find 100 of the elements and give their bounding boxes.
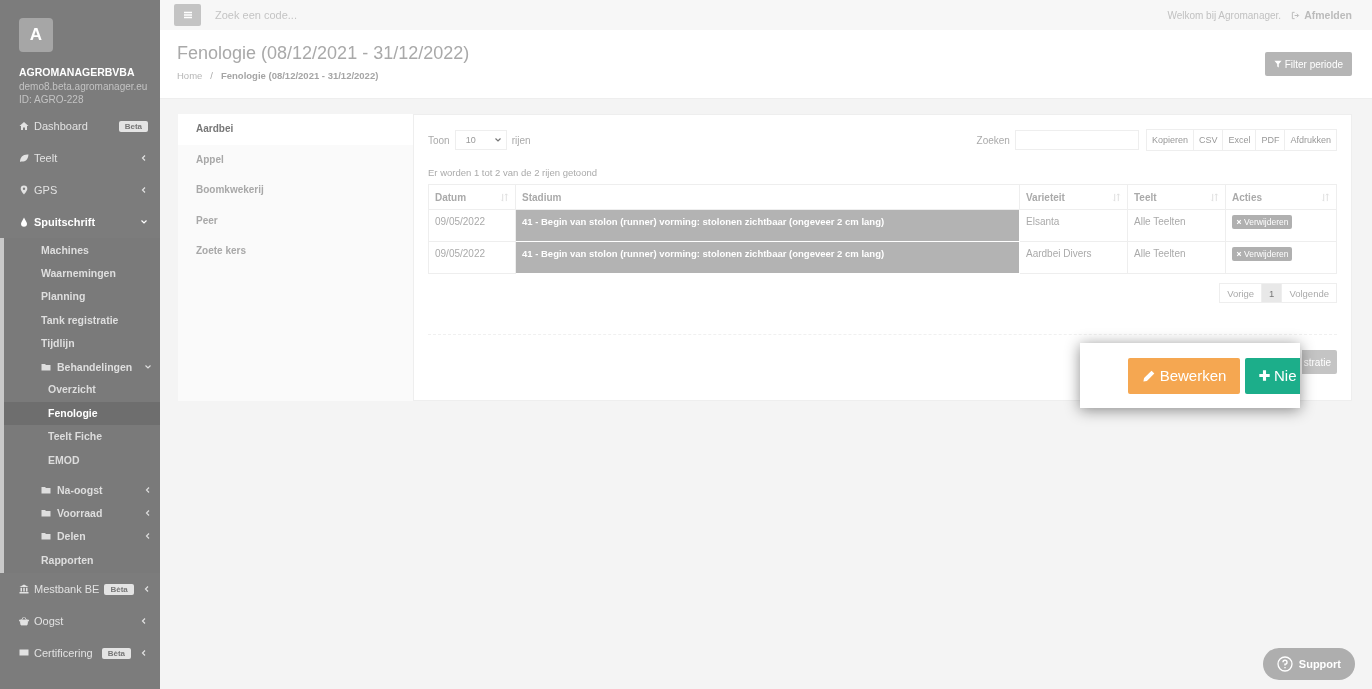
sort-icon[interactable] bbox=[500, 192, 509, 202]
pagination-button[interactable]: Volgende bbox=[1281, 283, 1337, 303]
crop-tab[interactable]: Aardbei bbox=[178, 114, 413, 145]
sidebar-subitem[interactable]: Overzicht bbox=[4, 378, 160, 402]
beta-badge: Beta bbox=[118, 120, 148, 132]
folder-icon bbox=[41, 361, 51, 372]
chevron-left-icon bbox=[140, 154, 148, 162]
sidebar-subitem[interactable]: Tank registratie bbox=[4, 308, 160, 332]
crop-tab[interactable]: Peer bbox=[178, 205, 413, 236]
map-pin-icon bbox=[19, 185, 29, 195]
sidebar-subitem[interactable]: Teelt Fiche bbox=[4, 425, 160, 449]
sign-out-icon bbox=[1291, 10, 1301, 20]
sidebar-item[interactable]: Mestbank BE Bèta bbox=[0, 573, 160, 606]
sidebar-item[interactable]: GPS bbox=[0, 174, 160, 206]
beta-badge: Bèta bbox=[101, 647, 131, 659]
sidebar-subitem[interactable]: Behandelingen bbox=[4, 354, 160, 379]
page-size-select[interactable]: 10 bbox=[454, 130, 507, 150]
stage-cell: 41 - Begin van stolon (runner) vorming: stolonen zichtbaar (ongeveer 2 cm lang) bbox=[515, 209, 1020, 242]
pagination-button[interactable]: 1 bbox=[1261, 283, 1283, 303]
menu-button[interactable] bbox=[174, 4, 201, 26]
sidebar-subitem[interactable]: EMOD bbox=[4, 448, 160, 472]
sidebar-subitem[interactable]: Tijdlijn bbox=[4, 331, 160, 355]
sidebar-item-label: Teelt bbox=[34, 152, 58, 164]
filter-icon bbox=[1273, 60, 1282, 68]
beta-badge: Bèta bbox=[104, 583, 134, 595]
sidebar-subitem-label: Planning bbox=[41, 290, 86, 303]
sidebar-subitem-label: Behandelingen bbox=[57, 360, 133, 373]
sidebar-subitem[interactable]: Voorraad bbox=[4, 501, 160, 525]
crop-tab[interactable]: Boomkwekerij bbox=[178, 175, 413, 206]
sidebar-subitem[interactable]: Planning bbox=[4, 284, 160, 309]
sidebar-item[interactable]: Oogst bbox=[0, 605, 160, 638]
crop-tab[interactable]: Appel bbox=[178, 144, 413, 175]
chevron-left-icon bbox=[140, 649, 148, 658]
company-domain: demo8.beta.agromanager.eu bbox=[19, 80, 149, 93]
chevron-left-icon bbox=[144, 485, 152, 494]
close-icon bbox=[1236, 251, 1242, 257]
folder-icon bbox=[41, 508, 51, 518]
crop-tab[interactable]: Zoete kers bbox=[178, 236, 413, 267]
sidebar-subitem[interactable]: Rapporten bbox=[4, 548, 160, 572]
sidebar-subitem-label: Rapporten bbox=[41, 553, 94, 566]
delete-button[interactable]: Verwijderen bbox=[1232, 247, 1293, 261]
sidebar-subitem-label: Tank registratie bbox=[41, 313, 119, 326]
stage-cell: 41 - Begin van stolon (runner) vorming: stolonen zichtbaar (ongeveer 2 cm lang) bbox=[515, 241, 1020, 274]
table-cell: Aardbei Divers bbox=[1019, 241, 1128, 274]
sidebar-item[interactable]: Certificering Bèta bbox=[0, 637, 160, 670]
new-registration-button[interactable]: stratie bbox=[1301, 350, 1337, 374]
column-header[interactable]: Stadium bbox=[522, 191, 562, 203]
sidebar-item-label: Spuitschrift bbox=[34, 216, 96, 228]
sidebar-subitem-label: Na-oogst bbox=[57, 483, 103, 496]
breadcrumb-link[interactable]: Fenologie (08/12/2021 - 31/12/2022) bbox=[221, 70, 379, 81]
rows-label: rijen bbox=[511, 134, 531, 146]
pagination-button[interactable]: Vorige bbox=[1219, 283, 1263, 303]
sort-icon[interactable] bbox=[1321, 192, 1330, 202]
sidebar-item[interactable]: Dashboard Beta bbox=[0, 110, 160, 142]
delete-button[interactable]: Verwijderen bbox=[1232, 215, 1293, 229]
sidebar-subitem[interactable]: Na-oogst bbox=[4, 477, 160, 502]
sidebar-item[interactable]: Spuitschrift bbox=[0, 206, 160, 238]
breadcrumb-separator: / bbox=[210, 70, 213, 81]
sidebar-subitem[interactable]: Delen bbox=[4, 524, 160, 549]
company-id: ID: AGRO-228 bbox=[19, 93, 85, 106]
chevron-left-icon bbox=[142, 585, 151, 594]
support-button[interactable]: Support bbox=[1262, 648, 1355, 680]
filter-button[interactable]: Filter periode bbox=[1264, 52, 1352, 76]
company-avatar: A bbox=[19, 18, 53, 52]
bank-icon bbox=[19, 584, 29, 595]
sidebar-subitem[interactable]: Fenologie bbox=[4, 401, 160, 426]
logout-link[interactable]: Afmelden bbox=[1304, 9, 1352, 21]
sidebar-item-label: Oogst bbox=[34, 615, 64, 628]
column-header[interactable]: Datum bbox=[435, 191, 467, 203]
drop-icon bbox=[19, 217, 29, 227]
pencil-icon bbox=[1141, 368, 1156, 383]
chevron-down-icon bbox=[140, 218, 148, 226]
new-button[interactable]: Nie bbox=[1245, 357, 1300, 394]
edit-button[interactable]: Bewerken bbox=[1128, 357, 1240, 394]
table-cell: 09/05/2022 bbox=[428, 241, 516, 274]
close-icon bbox=[1236, 219, 1242, 225]
column-header[interactable]: Teelt bbox=[1134, 191, 1157, 203]
folder-icon bbox=[41, 484, 51, 495]
search-label: Zoeken bbox=[976, 134, 1010, 146]
basket-icon bbox=[19, 616, 29, 627]
chevron-left-icon bbox=[144, 509, 152, 517]
table-cell: Alle Teelten bbox=[1127, 241, 1226, 274]
chevron-left-icon bbox=[140, 617, 148, 626]
sort-icon[interactable] bbox=[1112, 192, 1121, 202]
column-header[interactable]: Varieteit bbox=[1026, 191, 1065, 203]
sidebar-item-label: Certificering bbox=[34, 647, 93, 660]
leaf-icon bbox=[19, 153, 29, 163]
chevron-down-icon bbox=[493, 136, 502, 144]
sidebar-item-label: Mestbank BE bbox=[34, 583, 100, 596]
sidebar-subitem-label: Waarnemingen bbox=[41, 267, 116, 280]
sidebar-subitem-label: Machines bbox=[41, 243, 89, 256]
sidebar-item[interactable]: Teelt bbox=[0, 142, 160, 174]
sidebar-item-label: Dashboard bbox=[34, 120, 88, 132]
sidebar-subitem[interactable]: Waarnemingen bbox=[4, 261, 160, 285]
sort-icon[interactable] bbox=[1210, 192, 1219, 202]
breadcrumb-link[interactable]: Home bbox=[177, 70, 203, 81]
column-header[interactable]: Acties bbox=[1232, 191, 1262, 203]
table-cell: Elsanta bbox=[1019, 209, 1128, 242]
sidebar-subitem-label: Tijdlijn bbox=[41, 337, 75, 350]
sidebar-subitem[interactable]: Machines bbox=[4, 238, 160, 262]
